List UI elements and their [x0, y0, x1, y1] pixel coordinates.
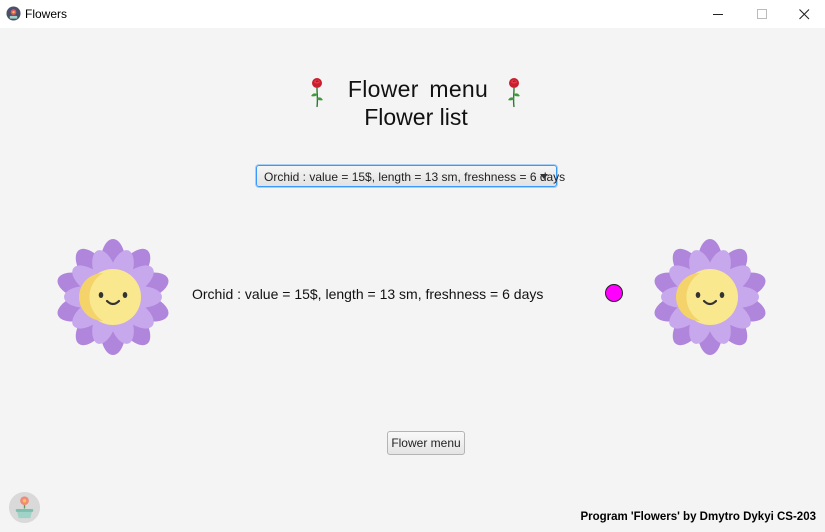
close-button[interactable]: [782, 0, 825, 28]
dropdown-arrow-icon[interactable]: [540, 174, 548, 179]
maximize-button[interactable]: [740, 0, 784, 28]
flower-select-value: Orchid : value = 15$, length = 13 sm, fr…: [264, 170, 566, 184]
flower-app-icon: [6, 6, 21, 21]
app-window: Flowers Flower menu Flower list Orchid:…: [0, 0, 825, 532]
minimize-button[interactable]: [696, 0, 740, 28]
smiling-flower-icon: [57, 239, 169, 355]
page-subtitle: Flower list: [364, 104, 468, 130]
flower-description: Orchid : value = 15$, length = 13 sm, fr…: [192, 286, 544, 302]
color-indicator: [605, 284, 623, 302]
header: Flower menu Flower list: [0, 74, 825, 134]
author-credit: Program 'Flowers' by Dmytro Dykyi CS-203: [580, 511, 816, 523]
maximize-icon: [757, 9, 767, 19]
flower-select[interactable]: Orchid : value = 15$, length = 13 sm, fr…: [256, 165, 565, 187]
flower-pot-logo-icon: [8, 491, 41, 524]
close-icon: [799, 9, 810, 20]
smiling-flower-icon: [654, 239, 766, 355]
flower-menu-button[interactable]: Flower menu: [387, 431, 465, 455]
title-bar[interactable]: Flowers: [0, 0, 825, 28]
window-title: Flowers: [25, 7, 68, 21]
page-title: Flower menu: [347, 76, 489, 102]
minimize-icon: [713, 14, 723, 15]
